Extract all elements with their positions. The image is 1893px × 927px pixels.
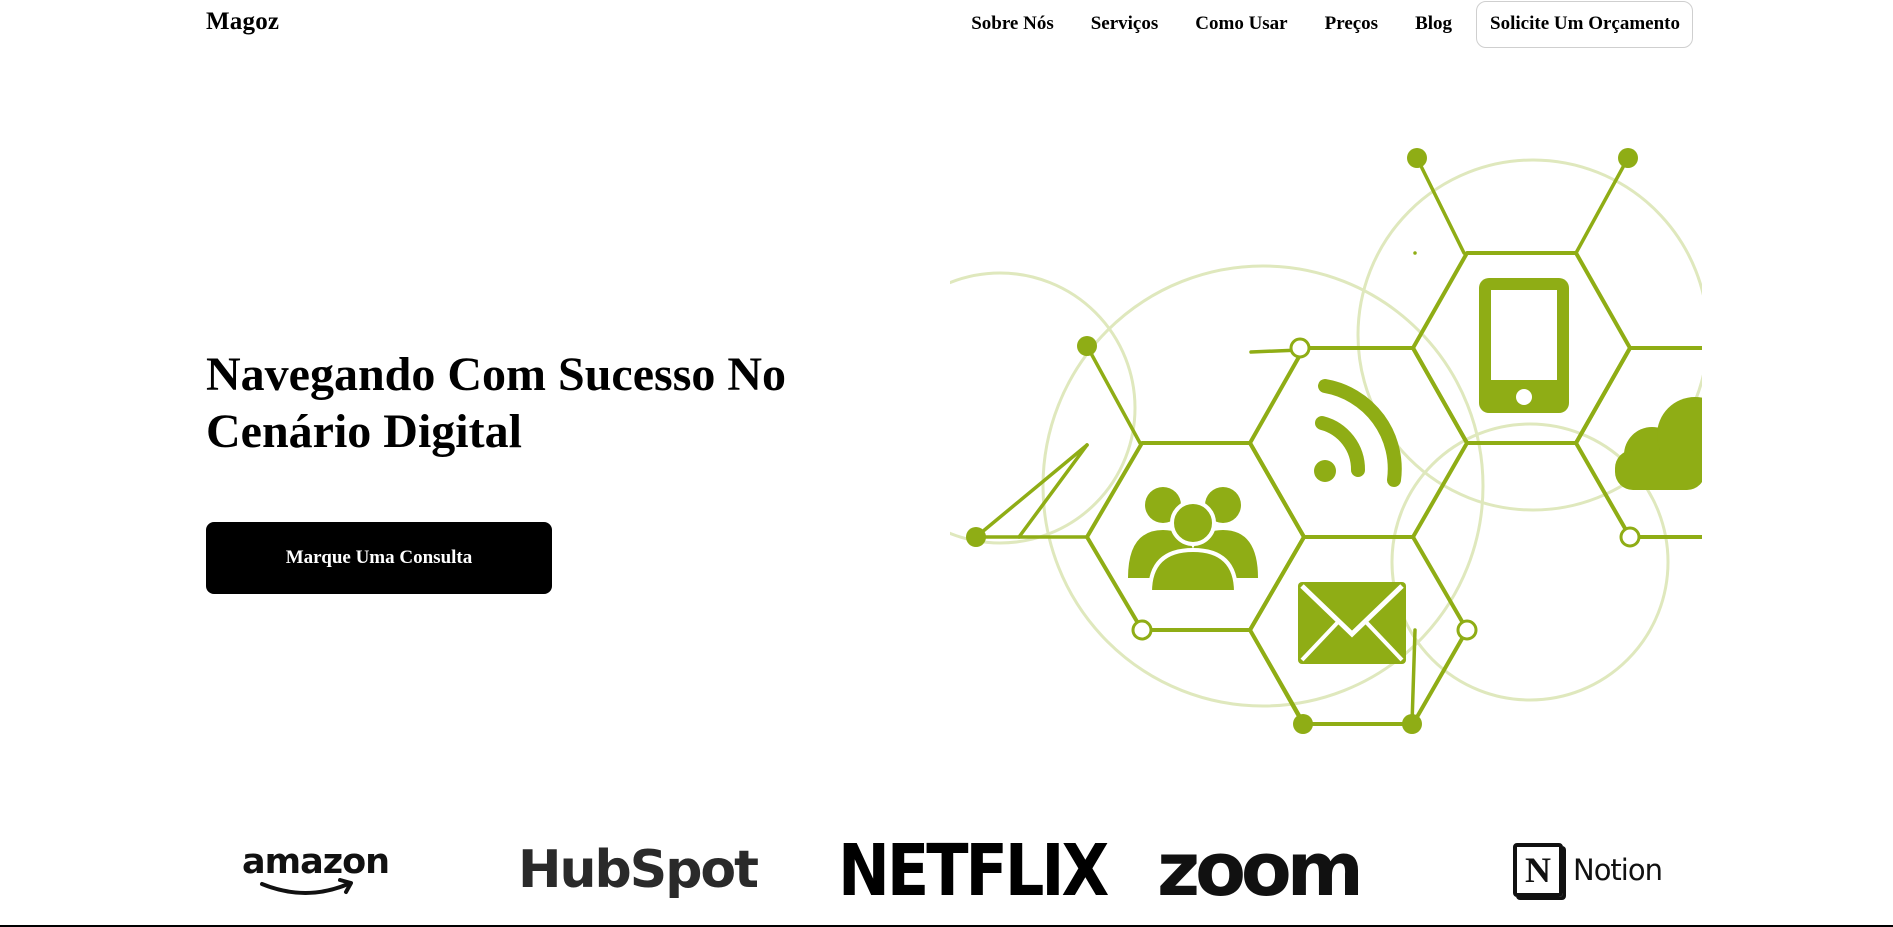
amazon-wordmark: amazon [242,842,390,882]
netflix-logo[interactable]: NETFLIX [838,820,1109,920]
netflix-wordmark: NETFLIX [838,828,1109,912]
amazon-smile-icon [260,878,353,895]
nav-blog[interactable]: Blog [1415,13,1452,35]
hubspot-wordmark: HubSpot [518,840,759,900]
rss-icon [1314,379,1402,487]
main-nav: Sobre Nós Serviços Como Usar Preços Blog… [934,0,1693,48]
envelope-icon [1298,582,1406,664]
nav-precos[interactable]: Preços [1325,13,1378,35]
notion-wordmark: Notion [1573,853,1663,887]
notion-mark-icon: N [1513,843,1563,897]
hubspot-logo[interactable]: HubSpot [518,820,759,920]
client-logos: amazon HubSpot NETFLIX zoom N Notion [0,820,1893,920]
zoom-logo[interactable]: zoom [1157,820,1387,920]
hero-title: Navegando Com Sucesso No Cenário Digital [206,348,787,458]
notion-logo[interactable]: N Notion [1513,820,1673,920]
amazon-logo[interactable]: amazon [240,820,390,920]
zoom-wordmark: zoom [1157,827,1364,913]
page: Magoz Sobre Nós Serviços Como Usar Preço… [0,0,1893,927]
cloud-icon [1615,397,1702,490]
smartphone-icon [1479,278,1569,413]
nav-sobre-nos[interactable]: Sobre Nós [971,13,1054,35]
hero-illustration [950,130,1702,750]
nav-como-usar[interactable]: Como Usar [1195,13,1287,35]
people-icon [1128,487,1258,594]
request-quote-button[interactable]: Solicite Um Orçamento [1476,0,1693,48]
nav-servicos[interactable]: Serviços [1091,13,1159,35]
notion-mark-letter: N [1525,850,1551,890]
brand-logo[interactable]: Magoz [206,8,279,36]
book-consultation-button[interactable]: Marque Uma Consulta [206,522,552,594]
